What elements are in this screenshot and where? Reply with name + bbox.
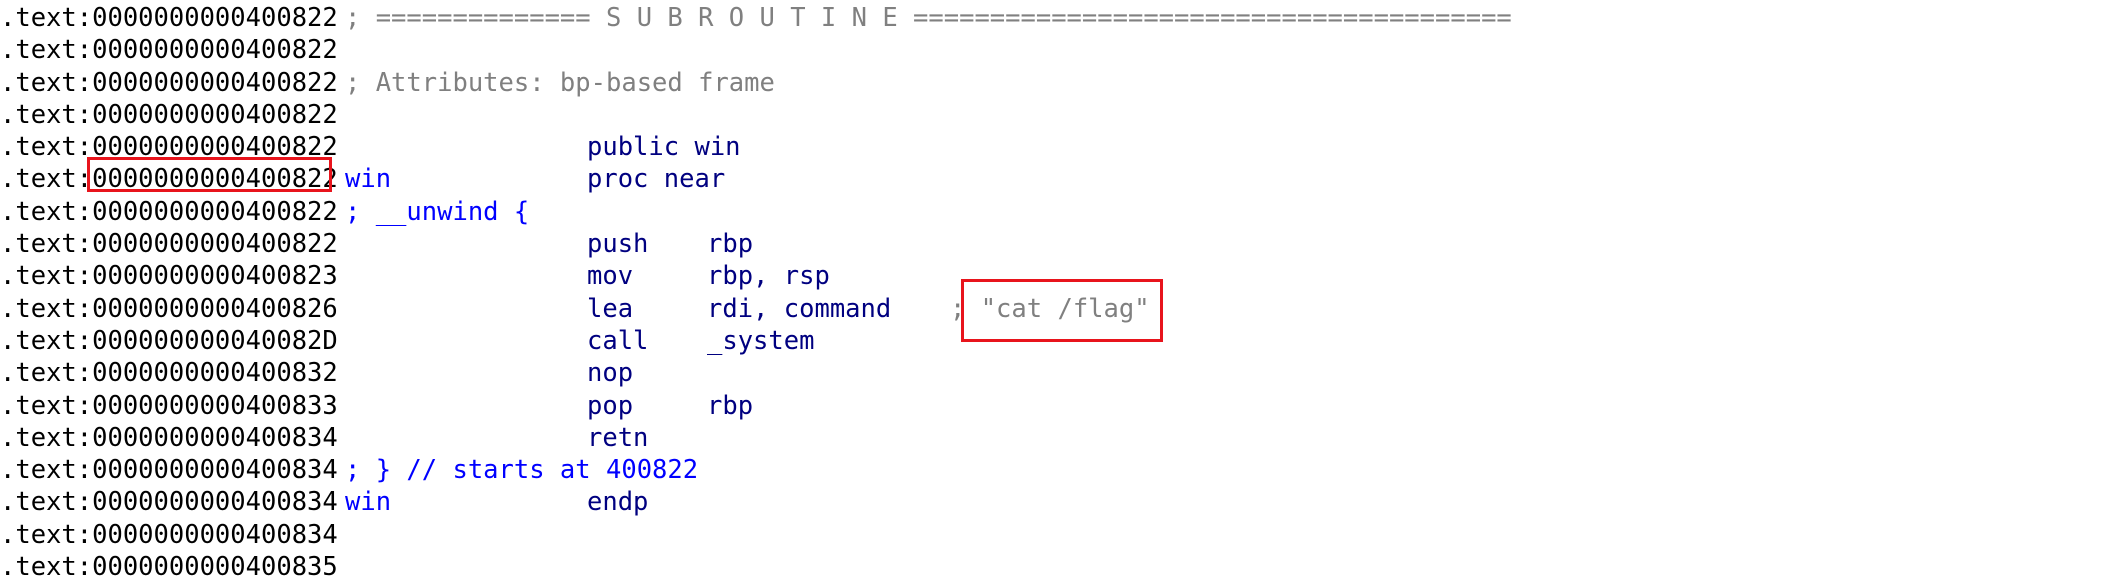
line-comment: ; ============== S U B R O U T I N E ===… [345, 3, 1512, 33]
line-address[interactable]: .text:000000000040082D [0, 325, 338, 357]
line-address[interactable]: .text:0000000000400822 [0, 163, 338, 195]
line-address[interactable]: .text:0000000000400835 [0, 551, 338, 583]
line-address[interactable]: .text:0000000000400834 [0, 454, 338, 486]
line-address[interactable]: .text:0000000000400822 [0, 2, 338, 34]
instruction-mnemonic[interactable]: push [587, 228, 648, 260]
line-address[interactable]: .text:0000000000400834 [0, 486, 338, 518]
instruction-mnemonic[interactable]: proc near [587, 163, 725, 195]
instruction-mnemonic[interactable]: mov [587, 260, 633, 292]
instruction-operand[interactable]: rdi, command [707, 293, 891, 325]
function-label[interactable]: win [345, 163, 391, 195]
instruction-mnemonic[interactable]: public win [587, 131, 741, 163]
line-address[interactable]: .text:0000000000400832 [0, 357, 338, 389]
line-address[interactable]: .text:0000000000400826 [0, 293, 338, 325]
instruction-mnemonic[interactable]: endp [587, 486, 648, 518]
function-label[interactable]: win [345, 486, 391, 518]
line-address[interactable]: .text:0000000000400822 [0, 196, 338, 228]
instruction-operand[interactable]: _system [707, 325, 814, 357]
line-address[interactable]: .text:0000000000400822 [0, 67, 338, 99]
line-address[interactable]: .text:0000000000400834 [0, 422, 338, 454]
instruction-mnemonic[interactable]: lea [587, 293, 633, 325]
unwind-marker: ; __unwind { [345, 196, 530, 227]
line-address[interactable]: .text:0000000000400822 [0, 131, 338, 163]
instruction-mnemonic[interactable]: retn [587, 422, 648, 454]
line-address[interactable]: .text:0000000000400822 [0, 228, 338, 260]
line-comment: ; Attributes: bp-based frame [345, 67, 775, 98]
instruction-mnemonic[interactable]: call [587, 325, 648, 357]
line-address[interactable]: .text:0000000000400822 [0, 34, 338, 66]
string-comment: ; "cat /flag" [950, 293, 1150, 324]
instruction-operand[interactable]: rbp, rsp [707, 260, 830, 292]
line-address[interactable]: .text:0000000000400822 [0, 99, 338, 131]
instruction-mnemonic[interactable]: pop [587, 390, 633, 422]
instruction-operand[interactable]: rbp [707, 228, 753, 260]
line-address[interactable]: .text:0000000000400833 [0, 390, 338, 422]
line-address[interactable]: .text:0000000000400823 [0, 260, 338, 292]
instruction-operand[interactable]: rbp [707, 390, 753, 422]
unwind-marker: ; } // starts at 400822 [345, 455, 699, 486]
instruction-mnemonic[interactable]: nop [587, 357, 633, 389]
line-address[interactable]: .text:0000000000400834 [0, 519, 338, 551]
